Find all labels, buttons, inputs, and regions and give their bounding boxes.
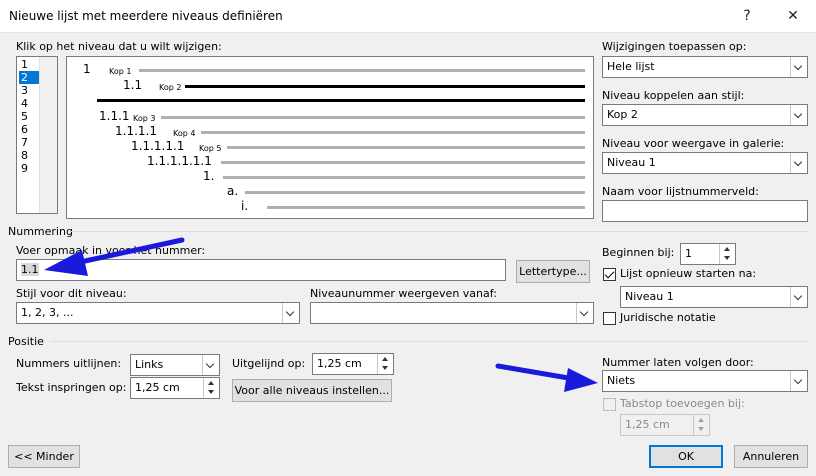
arrow-head-icon bbox=[44, 250, 88, 276]
arrow-head-icon bbox=[564, 368, 598, 392]
annotation-arrows bbox=[44, 237, 598, 392]
